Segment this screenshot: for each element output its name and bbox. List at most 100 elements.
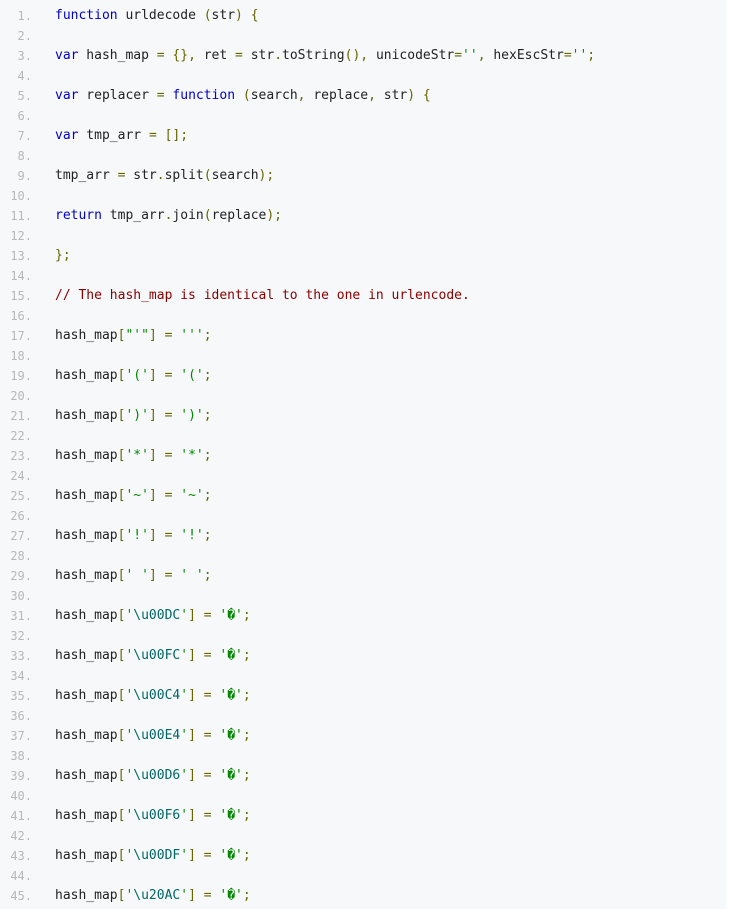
code-token: hash_map (55, 768, 118, 783)
line-number: 33. (10, 649, 32, 663)
code-token: (), (344, 48, 369, 63)
code-token: = (156, 88, 165, 103)
code-token: hash_map (55, 608, 118, 623)
code-token: ] (148, 368, 157, 383)
code-token: ''' (180, 328, 204, 343)
code-token: tmp_arr (101, 208, 165, 223)
line-number: 40. (10, 789, 32, 803)
code-token: ] (148, 488, 157, 503)
code-token: hash_map (55, 568, 118, 583)
line-number: 6. (17, 109, 32, 123)
code-token: ] (188, 648, 196, 663)
code-token: ' (180, 728, 189, 743)
code-token: }; (55, 248, 71, 263)
code-token: = (454, 48, 463, 63)
code-token: ( (203, 8, 212, 23)
code-token: ; (203, 488, 212, 503)
code-token: '' (462, 48, 478, 63)
code-token: hash_map (55, 448, 118, 463)
line-number: 44. (10, 869, 32, 883)
line-number: 17. (10, 329, 32, 343)
code-token: = (203, 848, 212, 863)
code-token: = (203, 608, 212, 623)
line-number: 12. (10, 229, 32, 243)
line-number: 31. (10, 609, 32, 623)
line-number: 39. (10, 769, 32, 783)
line-number: 10. (10, 189, 32, 203)
code-token: tmp_arr (55, 168, 118, 183)
code-token: '~' (180, 488, 204, 503)
code-token: hexEscStr (485, 48, 564, 63)
line-number: 15. (10, 289, 32, 303)
line-number: 13. (10, 249, 32, 263)
code-text: hash_map['\u00DC'] = '�'; (55, 606, 251, 626)
code-token: { (250, 8, 259, 23)
code-token: , (477, 48, 486, 63)
code-token: hash_map (55, 888, 118, 903)
line-number: 30. (10, 589, 32, 603)
code-block: 1. function urldecode (str) {2. 3. var hash… (0, 0, 726, 909)
code-text: hash_map["'"] = '''; (55, 326, 212, 346)
code-text: }; (55, 246, 71, 266)
code-text: hash_map['\u00DF'] = '�'; (55, 846, 251, 866)
line-number: 32. (10, 629, 32, 643)
code-token: = (203, 728, 212, 743)
code-token: hash_map (55, 328, 118, 343)
code-token: ')' (125, 408, 149, 423)
line-number: 18. (10, 349, 32, 363)
code-token: ' ' (180, 568, 204, 583)
code-token: ); (266, 208, 283, 223)
line-number: 37. (10, 729, 32, 743)
code-token: ] (148, 408, 157, 423)
code-token: '�' (219, 728, 243, 743)
line-number: 20. (10, 389, 32, 403)
code-token: '!' (180, 528, 204, 543)
line-number: 29. (10, 569, 32, 583)
code-token: {}, (172, 48, 196, 63)
code-token: search (211, 168, 259, 183)
code-token: ] (148, 328, 157, 343)
code-token: ret (195, 48, 236, 63)
code-token: function (55, 8, 118, 23)
code-token: \u00F6 (133, 808, 181, 823)
code-token: = (203, 888, 212, 903)
line-number: 41. (10, 809, 32, 823)
code-token: urldecode (117, 8, 204, 23)
line-number: 21. (10, 409, 32, 423)
code-token: ; (242, 768, 251, 783)
line-number: 11. (10, 209, 32, 223)
code-text: hash_map[')'] = ')'; (55, 406, 212, 426)
code-token: . (274, 48, 283, 63)
code-token: ] (148, 568, 157, 583)
code-token: = (203, 808, 212, 823)
code-text: function urldecode (str) { (55, 6, 259, 26)
line-number: 27. (10, 529, 32, 543)
code-text: var replacer = function (search, replace… (55, 86, 431, 106)
line-number: 28. (10, 549, 32, 563)
code-token: ( (203, 208, 212, 223)
code-token: ) (235, 8, 243, 23)
line-number: 43. (10, 849, 32, 863)
code-text: hash_map['~'] = '~'; (55, 486, 212, 506)
line-number: 24. (10, 469, 32, 483)
code-token: '�' (219, 608, 243, 623)
code-token: = (235, 48, 243, 63)
code-token: ' (180, 808, 189, 823)
code-token: ; (203, 368, 212, 383)
line-number: 38. (10, 749, 32, 763)
code-token: str (125, 168, 157, 183)
code-token: ] (188, 848, 196, 863)
code-token: hash_map (55, 528, 118, 543)
code-token: ) (407, 88, 416, 103)
code-token: ; (203, 528, 212, 543)
code-text: hash_map['\u00D6'] = '�'; (55, 766, 251, 786)
line-number: 19. (10, 369, 32, 383)
code-token: = (203, 648, 212, 663)
code-token: ; (242, 608, 251, 623)
code-token: ; (203, 408, 212, 423)
